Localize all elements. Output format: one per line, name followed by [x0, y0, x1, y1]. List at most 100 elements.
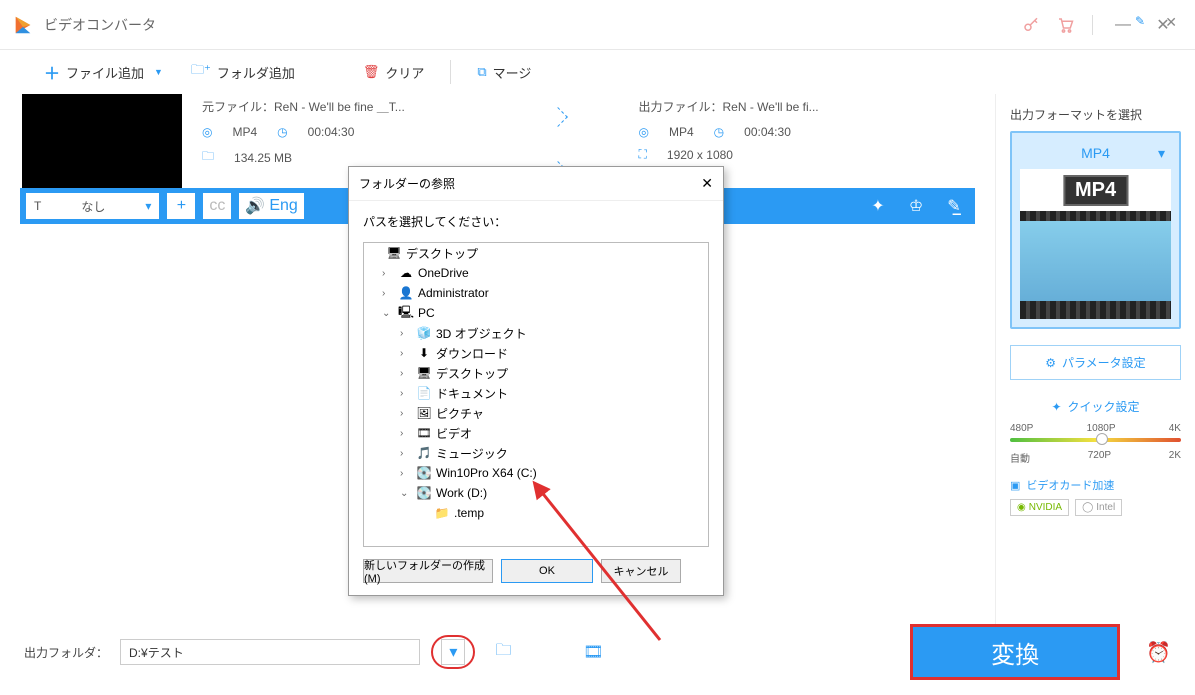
expand-icon[interactable]: ⌄ — [382, 308, 394, 319]
slider-thumb[interactable] — [1096, 433, 1108, 445]
tree-item[interactable]: ⌄ 💽 Work (D:) — [364, 483, 708, 503]
cancel-button[interactable]: キャンセル — [601, 559, 681, 583]
clear-button[interactable]: 🗑 クリア — [349, 57, 439, 88]
new-folder-button[interactable]: 新しいフォルダーの作成(M) — [363, 559, 493, 583]
sliders-icon: ⚙ — [1045, 356, 1056, 370]
tree-item[interactable]: ›📄ドキュメント — [364, 383, 708, 403]
format-selector[interactable]: MP4 ▾ MP4 — [1010, 131, 1181, 329]
format-icon: ◎ — [202, 125, 212, 139]
drive-icon: 💽 — [416, 486, 432, 500]
folder-icon: 🗀 — [202, 147, 214, 168]
output-folder-input[interactable] — [120, 639, 420, 665]
tree-item[interactable]: › 🖼 ピクチャ — [364, 403, 708, 423]
expand-icon[interactable]: › — [400, 448, 412, 459]
watermark-button[interactable]: ♔ — [901, 191, 931, 221]
expand-icon[interactable]: › — [400, 368, 412, 379]
tree-item[interactable]: ›👤Administrator — [364, 283, 708, 303]
close-window-button[interactable]: ✕ — [1143, 8, 1183, 42]
schedule-button[interactable]: ⏰ — [1146, 640, 1171, 665]
tree-item[interactable]: ›🖥デスクトップ — [364, 363, 708, 383]
app-title: ビデオコンバータ — [44, 15, 156, 35]
merge-button[interactable]: ⧉ マージ — [463, 57, 545, 88]
tree-item-label: ビデオ — [436, 425, 472, 442]
tree-item-label: ミュージック — [436, 445, 508, 462]
expand-icon[interactable]: › — [382, 268, 394, 279]
tree-item[interactable]: 📁 .temp — [364, 503, 708, 523]
video-thumbnail — [22, 94, 182, 188]
gpu-accel-title: ▣ビデオカード加速 — [1010, 477, 1181, 493]
merge-label: マージ — [493, 63, 532, 82]
folder-icon: 📁 — [434, 506, 450, 520]
drive-icon: 💽 — [416, 466, 432, 480]
tree-item-label: ピクチャ — [436, 405, 484, 422]
cart-icon[interactable] — [1048, 8, 1082, 42]
expand-icon[interactable]: › — [400, 428, 412, 439]
resolution-slider[interactable] — [1010, 438, 1181, 442]
cloud-icon: ☁ — [398, 266, 414, 280]
tree-item-label: ダウンロード — [436, 345, 508, 362]
src-duration: 00:04:30 — [308, 125, 355, 139]
expand-icon[interactable]: › — [382, 288, 394, 299]
clock-icon: ◷ — [714, 125, 724, 139]
user-icon: 👤 — [398, 286, 414, 300]
convert-button[interactable]: 変換 — [910, 624, 1120, 680]
edit-output-name-button[interactable]: ✎ — [1135, 14, 1145, 28]
output-format-panel: 出力フォーマットを選択 MP4 ▾ MP4 ⚙ パラメータ設定 ✦クイック設定 … — [995, 94, 1195, 634]
folder-tree[interactable]: 🖥デスクトップ›☁OneDrive›👤Administrator⌄🖳PC›🧊3D… — [363, 242, 709, 547]
folder-plus-icon: 🗀⁺ — [191, 61, 211, 83]
browse-folder-dialog: フォルダーの参照 ✕ パスを選択してください： 🖥デスクトップ›☁OneDriv… — [348, 166, 724, 596]
plus-icon: ＋ — [44, 60, 60, 84]
audio-track-button[interactable]: 🔊Eng — [239, 193, 303, 219]
tree-item-label: Work (D:) — [436, 486, 487, 500]
expand-icon[interactable]: ⌄ — [400, 488, 412, 499]
subtitle-value: なし — [81, 198, 105, 215]
speaker-icon: 🔊 — [245, 196, 265, 216]
desktop-icon: 🖥 — [386, 246, 402, 260]
tree-item[interactable]: ›🎵ミュージック — [364, 443, 708, 463]
merge-icon: ⧉ — [477, 64, 486, 80]
key-icon[interactable] — [1014, 8, 1048, 42]
expand-icon[interactable]: › — [400, 388, 412, 399]
pic-icon: 🖼 — [416, 406, 432, 420]
add-subtitle-button[interactable]: + — [167, 193, 195, 219]
tree-item[interactable]: ›🧊3D オブジェクト — [364, 323, 708, 343]
video-icon: 🎞 — [416, 426, 432, 440]
add-file-label: ファイル追加 — [66, 63, 144, 82]
expand-icon[interactable]: › — [400, 348, 412, 359]
tree-item[interactable]: › 🎞 ビデオ — [364, 423, 708, 443]
expand-icon[interactable]: › — [400, 468, 412, 479]
output-folder-dropdown[interactable]: ▾ — [441, 639, 465, 665]
parameter-settings-button[interactable]: ⚙ パラメータ設定 — [1010, 345, 1181, 380]
remove-file-button[interactable]: ✕ — [1165, 14, 1177, 31]
resolution-labels-top: 480P1080P4K — [1010, 423, 1181, 434]
add-folder-button[interactable]: 🗀⁺ フォルダ追加 — [177, 55, 309, 89]
chevron-down-icon: ▾ — [1158, 145, 1165, 162]
resolution-labels-bottom: 自動720P2K — [1010, 450, 1181, 465]
audio-lang: Eng — [269, 197, 297, 215]
cc-button[interactable]: cc — [203, 193, 231, 219]
out-file-row: 出力ファイル：ReN - We'll be fi... ✎ ✕ — [639, 98, 996, 115]
expand-icon[interactable]: › — [400, 408, 412, 419]
tree-item[interactable]: › 💽 Win10Pro X64 (C:) — [364, 463, 708, 483]
trim-button[interactable]: ✎̲ — [939, 191, 969, 221]
tree-item[interactable]: ›☁OneDrive — [364, 263, 708, 283]
add-folder-label: フォルダ追加 — [217, 63, 295, 82]
tree-item[interactable]: › ⬇ ダウンロード — [364, 343, 708, 363]
ok-button[interactable]: OK — [501, 559, 593, 583]
intel-icon: ◯ — [1082, 502, 1093, 513]
media-info-button[interactable]: 🎞 — [583, 642, 603, 662]
tree-item[interactable]: 🖥デスクトップ — [364, 243, 708, 263]
dialog-close-button[interactable]: ✕ — [701, 175, 713, 192]
tree-item[interactable]: ⌄🖳PC — [364, 303, 708, 323]
subtitle-select[interactable]: T なし ▾ — [26, 193, 159, 219]
tree-item-label: Win10Pro X64 (C:) — [436, 466, 537, 480]
annotation-circle: ▾ — [431, 635, 475, 669]
clock-icon: ◷ — [277, 125, 287, 139]
open-folder-button[interactable]: 🗀 — [495, 639, 511, 666]
add-file-button[interactable]: ＋ ファイル追加 ▼ — [30, 54, 177, 90]
effect-button[interactable]: ✦ — [863, 191, 893, 221]
down-icon: ⬇ — [416, 346, 432, 360]
tree-item-label: .temp — [454, 506, 484, 520]
expand-icon[interactable]: › — [400, 328, 412, 339]
out-duration: 00:04:30 — [744, 125, 791, 139]
